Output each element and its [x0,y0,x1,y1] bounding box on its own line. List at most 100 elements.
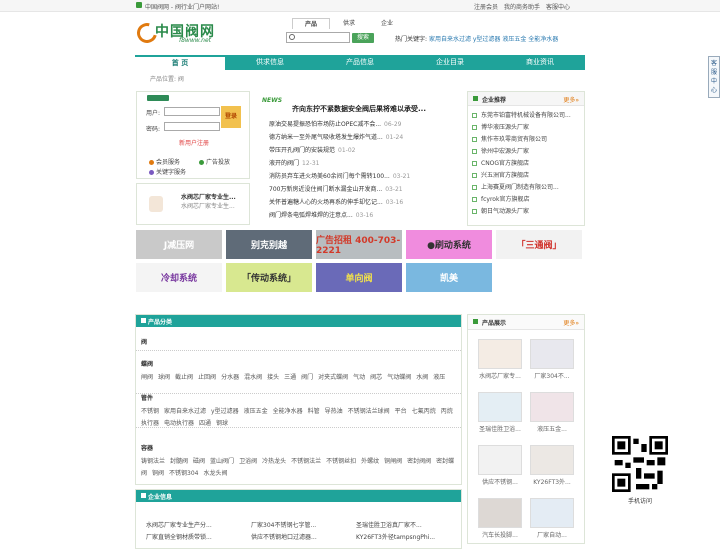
category-name[interactable]: 阀 [141,337,459,346]
recommend-item[interactable]: 焦作市玖零商贸有限公司 [472,134,584,146]
news-item[interactable]: 阀门焊条电弧焊堆焊的注意点... 03-16 [269,210,459,223]
nav-home[interactable]: 首 页 [135,55,225,70]
category-link[interactable]: y型过滤器 [211,408,239,415]
product-card[interactable]: 汽车长投脚... [478,498,522,539]
category-link[interactable]: 不锈钢法兰球阀 [348,408,390,415]
recommend-item-label[interactable]: 东莞市铂富特机械设备有限公司... [481,112,571,119]
news-item[interactable]: 700万新房近没住阀门断水漏金山开发商... 03-21 [269,184,459,197]
recommend-item[interactable]: 上海赛夏阀门制造有限公司... [472,182,584,194]
news-item-title[interactable]: 德方纳米一至外尾气吸收塔发生爆炸气道... [269,134,383,141]
news-item[interactable]: 带压开孔阀门的安装规范 01-02 [269,145,459,158]
news-item-title[interactable]: 液开的阀门 [269,160,299,167]
news-item-title[interactable]: 阀门焊条电弧焊堆焊的注意点... [269,212,353,219]
category-link[interactable]: 密封阀阀 [407,458,431,465]
news-item[interactable]: 液开的阀门 12-31 [269,158,459,171]
category-link[interactable]: 铸钢法兰 [141,458,165,465]
product-caption[interactable]: 厂家304不... [530,371,574,380]
ad-service-link[interactable]: 广告投放 [199,157,230,166]
banner-ad[interactable]: 「传动系统」 [226,263,312,292]
news-item[interactable]: 德方纳米一至外尾气吸收塔发生爆炸气道... 01-24 [269,132,459,145]
category-link[interactable]: 止回阀 [198,374,216,381]
news-item-title[interactable]: 带压开孔阀门的安装规范 [269,147,335,154]
banner-ad[interactable]: 「三通阀」 [496,230,582,259]
recommend-more-link[interactable]: 更多» [563,95,579,104]
assistant-link[interactable]: 我的商务助手 [504,2,540,11]
category-link[interactable]: 液压五金 [244,408,268,415]
category-link[interactable]: 全能净水器 [273,408,303,415]
product-card[interactable]: 圣瑞佳胜卫浴... [478,392,522,433]
recommend-item-label[interactable]: 焦作市玖零商贸有限公司 [481,136,547,143]
recommend-item[interactable]: fcyrok官方旗舰店 [472,194,584,206]
category-link[interactable]: 闸阀 [141,374,153,381]
category-link[interactable]: 分水器 [221,374,239,381]
home-icon[interactable] [136,2,142,8]
banner-ad[interactable]: 冷却系统 [136,263,222,292]
category-link[interactable]: 卫浴阀 [239,458,257,465]
username-field[interactable] [164,107,220,116]
category-link[interactable]: 水阀 [416,374,428,381]
news-headline[interactable]: 齐向东拧不紧数据安全阀后果将难以承受... [292,104,426,114]
site-logo[interactable]: 中国阀网 f8www.net [133,19,217,47]
category-link[interactable]: 铜阀 [152,470,164,477]
news-item[interactable]: 原油交易提振恐怕市场防止OPEC减不会... 06-29 [269,119,459,132]
news-item-title[interactable]: 700万新房近没住阀门断水漏金山开发商... [269,186,382,193]
recommend-item[interactable]: 朝日气动源头厂家 [472,206,584,218]
category-name[interactable]: 蝶阀 [141,359,459,368]
category-link[interactable]: 铜闸阀 [384,458,402,465]
news-item[interactable]: 关怀普遍糖人心的火场再系的伸手却忆记... 03-16 [269,197,459,210]
category-link[interactable]: 蓝山阀门 [210,458,234,465]
product-card[interactable]: 水阀芯厂家专... [478,339,522,380]
recommend-item[interactable]: 徐州中宏源头厂家 [472,146,584,158]
left-ad[interactable]: 水阀芯厂家专业生... 水阀芯厂家专业生... [136,183,250,225]
search-button[interactable]: 搜索 [352,33,374,43]
category-link[interactable]: 不锈钢法兰 [291,458,321,465]
recommend-item[interactable]: 博华液压源头厂家 [472,122,584,134]
recommend-item-label[interactable]: fcyrok官方旗舰店 [481,196,529,203]
category-link[interactable]: 平台 [395,408,407,415]
category-link[interactable]: 丙烷 [441,408,453,415]
nav-supply[interactable]: 供求信息 [225,55,315,70]
category-name[interactable]: 管件 [141,393,459,402]
category-link[interactable]: 外螺纹 [361,458,379,465]
search-input[interactable] [286,32,350,43]
product-caption[interactable]: 液压五金... [530,424,574,433]
tab-company[interactable]: 企业 [368,18,406,29]
banner-ad[interactable]: 别克别越 [226,230,312,259]
product-caption[interactable]: 水阀芯厂家专... [478,371,522,380]
customer-service-float[interactable]: 客服中心 [708,56,720,98]
category-link[interactable]: 阀门 [301,374,313,381]
category-link[interactable]: 执行器 [141,420,159,427]
nav-companies[interactable]: 企业目录 [405,55,495,70]
company-link[interactable]: 厂家304不锈钢七字管... [251,520,316,529]
category-link[interactable]: 液压 [433,374,445,381]
recommend-item-label[interactable]: 兴五洲官方旗舰店 [481,172,529,179]
category-link[interactable]: 家用自来水过滤 [164,408,206,415]
tab-supply[interactable]: 供求 [330,18,368,29]
password-field[interactable] [164,122,220,131]
company-link[interactable]: 水阀芯厂家专业生产分... [146,520,212,529]
banner-ad[interactable]: 单向阀 [316,263,402,292]
category-link[interactable]: 料管 [308,408,320,415]
member-service-link[interactable]: 会员服务 [149,157,180,166]
recommend-item-label[interactable]: 朝日气动源头厂家 [481,208,529,215]
product-caption[interactable]: 厂家自动... [530,530,574,539]
login-button[interactable]: 登录 [221,106,241,128]
category-link[interactable]: 水龙头阀 [203,470,227,477]
recommend-item-label[interactable]: 博华液压源头厂家 [481,124,529,131]
recommend-item[interactable]: 兴五洲官方旗舰店 [472,170,584,182]
category-link[interactable]: 钢球 [216,420,228,427]
category-link[interactable]: 七氟丙烷 [412,408,436,415]
news-item-title[interactable]: 消防员弃车进火场美60余间门每个需转100... [269,173,390,180]
product-caption[interactable]: 圣瑞佳胜卫浴... [478,424,522,433]
product-caption[interactable]: KY26FT3外... [530,477,574,486]
category-link[interactable]: 接头 [267,374,279,381]
recommend-item[interactable]: CNOG官方旗舰店 [472,158,584,170]
category-name[interactable]: 容器 [141,443,459,452]
service-center-link[interactable]: 客服中心 [546,2,570,11]
recommend-item-label[interactable]: 徐州中宏源头厂家 [481,148,529,155]
category-link[interactable]: 对夹式蝶阀 [318,374,348,381]
news-item-title[interactable]: 原油交易提振恐怕市场防止OPEC减不会... [269,121,381,128]
register-link[interactable]: 注册会员 [474,2,498,11]
category-link[interactable]: 封髓阀 [170,458,188,465]
nav-news[interactable]: 商业资讯 [495,55,585,70]
